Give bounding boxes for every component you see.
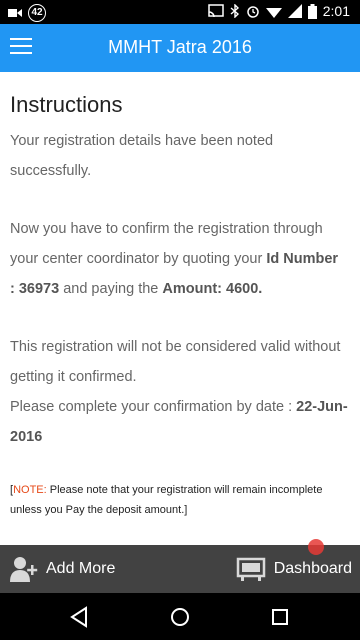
add-more-label: Add More [46,560,116,577]
app-bar: MMHT Jatra 2016 [0,24,360,72]
recent-apps-icon[interactable] [268,605,292,629]
back-icon[interactable] [68,605,92,629]
system-nav-bar [0,593,360,640]
signal-icon [287,4,302,18]
id-number-label: Id Number [266,251,339,267]
confirm-by-date-text: Please complete your confirmation by dat… [10,399,348,445]
id-number-value: : 36973 [10,281,60,297]
cast-icon [208,4,224,18]
status-bar: 42 2:01 [0,0,360,24]
amount-value: Amount: 4600. [162,281,263,297]
dashboard-icon [236,557,265,581]
dashboard-label: Dashboard [273,560,352,577]
bluetooth-icon [230,4,239,18]
home-icon[interactable] [168,605,192,629]
confirm-instructions-text: Now you have to confirm the registration… [10,221,339,297]
instructions-content: Instructions Your registration details h… [0,72,360,545]
clock-time: 2:01 [322,3,350,19]
note-tag: NOTE: [13,484,47,496]
validity-warning-text: This registration will not be considered… [10,339,341,385]
add-more-button[interactable]: Add More [10,545,115,593]
wifi-icon [265,7,282,18]
notification-count-badge: 42 [28,4,46,22]
page-title: Instructions [10,92,123,117]
app-title: MMHT Jatra 2016 [108,37,252,57]
battery-icon [307,3,317,19]
registration-noted-text: Your registration details have been note… [10,133,274,179]
video-camera-icon [8,9,22,17]
deposit-note: [NOTE: Please note that your registratio… [10,484,323,516]
alarm-icon [247,6,259,18]
add-person-icon [10,557,38,582]
dashboard-button[interactable]: Dashboard [236,545,352,593]
bottom-action-bar: Add More Dashboard [0,539,360,593]
